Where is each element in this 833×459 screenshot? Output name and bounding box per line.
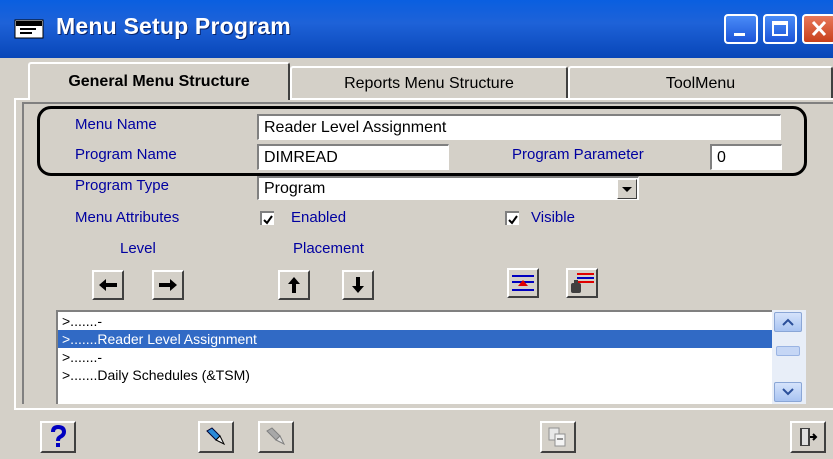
chevron-up-icon	[782, 318, 794, 326]
tab-label: General Menu Structure	[68, 73, 250, 90]
question-mark-icon	[51, 425, 67, 447]
level-label: Level	[120, 240, 156, 257]
arrow-left-icon	[99, 279, 117, 291]
checkmark-icon	[508, 215, 518, 225]
exit-button[interactable]	[790, 421, 826, 453]
scroll-thumb[interactable]	[776, 346, 800, 356]
level-left-button[interactable]	[92, 270, 124, 300]
minimize-icon	[734, 33, 745, 36]
program-name-field[interactable]: DIMREAD	[257, 144, 449, 170]
close-button[interactable]	[802, 14, 833, 44]
level-right-button[interactable]	[152, 270, 184, 300]
vertical-scrollbar[interactable]	[772, 310, 806, 404]
cancel-button[interactable]	[258, 421, 294, 453]
scroll-up-button[interactable]	[774, 312, 802, 332]
tab-general-menu-structure[interactable]: General Menu Structure	[28, 62, 290, 100]
save-icon	[206, 427, 226, 446]
program-type-select[interactable]: Program	[257, 176, 639, 200]
tab-label: Reports Menu Structure	[344, 75, 514, 92]
cancel-icon	[266, 427, 286, 446]
menu-name-label: Menu Name	[75, 116, 157, 133]
minimize-button[interactable]	[724, 14, 758, 44]
arrow-down-icon	[352, 277, 364, 293]
program-name-value: DIMREAD	[264, 149, 338, 166]
tab-label: ToolMenu	[665, 75, 736, 92]
visible-checkbox[interactable]	[505, 211, 519, 225]
program-parameter-field[interactable]: 0	[710, 144, 782, 170]
close-icon	[811, 20, 827, 37]
chevron-down-icon	[782, 388, 794, 396]
menu-setup-window: Menu Setup Program Reports Menu Structur…	[0, 0, 833, 459]
chevron-down-icon	[622, 187, 632, 192]
program-parameter-value: 0	[717, 149, 726, 166]
placement-label: Placement	[293, 240, 364, 257]
list-item[interactable]: >.......Daily Schedules (&TSM)	[58, 366, 806, 384]
copy-icon	[548, 427, 566, 447]
menu-name-value: Reader Level Assignment	[264, 119, 447, 136]
arrow-right-icon	[159, 279, 177, 291]
program-parameter-label: Program Parameter	[512, 146, 644, 163]
program-name-label: Program Name	[75, 146, 177, 163]
insert-item-icon	[512, 275, 534, 291]
program-type-value: Program	[264, 180, 326, 197]
enabled-checkbox[interactable]	[260, 211, 274, 225]
list-item[interactable]: >.......-	[58, 312, 806, 330]
checkmark-icon	[263, 215, 273, 225]
insert-item-button[interactable]	[507, 268, 539, 298]
tab-toolmenu[interactable]: ToolMenu	[568, 66, 833, 100]
menu-attributes-label: Menu Attributes	[75, 209, 180, 226]
exit-door-icon	[800, 428, 818, 446]
delete-item-button[interactable]	[566, 268, 598, 298]
maximize-icon	[772, 21, 788, 36]
bottom-toolbar	[14, 408, 833, 459]
scroll-down-button[interactable]	[774, 382, 802, 402]
list-item-selected[interactable]: >.......Reader Level Assignment	[58, 330, 806, 348]
move-up-button[interactable]	[278, 270, 310, 300]
enabled-label[interactable]: Enabled	[291, 209, 346, 226]
copy-button[interactable]	[540, 421, 576, 453]
title-bar[interactable]: Menu Setup Program	[0, 0, 833, 58]
program-type-label: Program Type	[75, 177, 169, 194]
arrow-up-icon	[288, 277, 300, 293]
window-title: Menu Setup Program	[56, 13, 291, 39]
list-item[interactable]: >.......-	[58, 348, 806, 366]
move-down-button[interactable]	[342, 270, 374, 300]
app-icon	[14, 19, 44, 39]
maximize-button[interactable]	[763, 14, 797, 44]
delete-item-icon	[571, 273, 594, 293]
dropdown-button[interactable]	[617, 179, 637, 199]
tab-reports-menu-structure[interactable]: Reports Menu Structure	[290, 66, 568, 100]
help-button[interactable]	[40, 421, 76, 453]
save-button[interactable]	[198, 421, 234, 453]
menu-tree-list[interactable]: >.......- >.......Reader Level Assignmen…	[56, 310, 806, 404]
menu-name-field[interactable]: Reader Level Assignment	[257, 114, 781, 140]
visible-label[interactable]: Visible	[531, 209, 575, 226]
